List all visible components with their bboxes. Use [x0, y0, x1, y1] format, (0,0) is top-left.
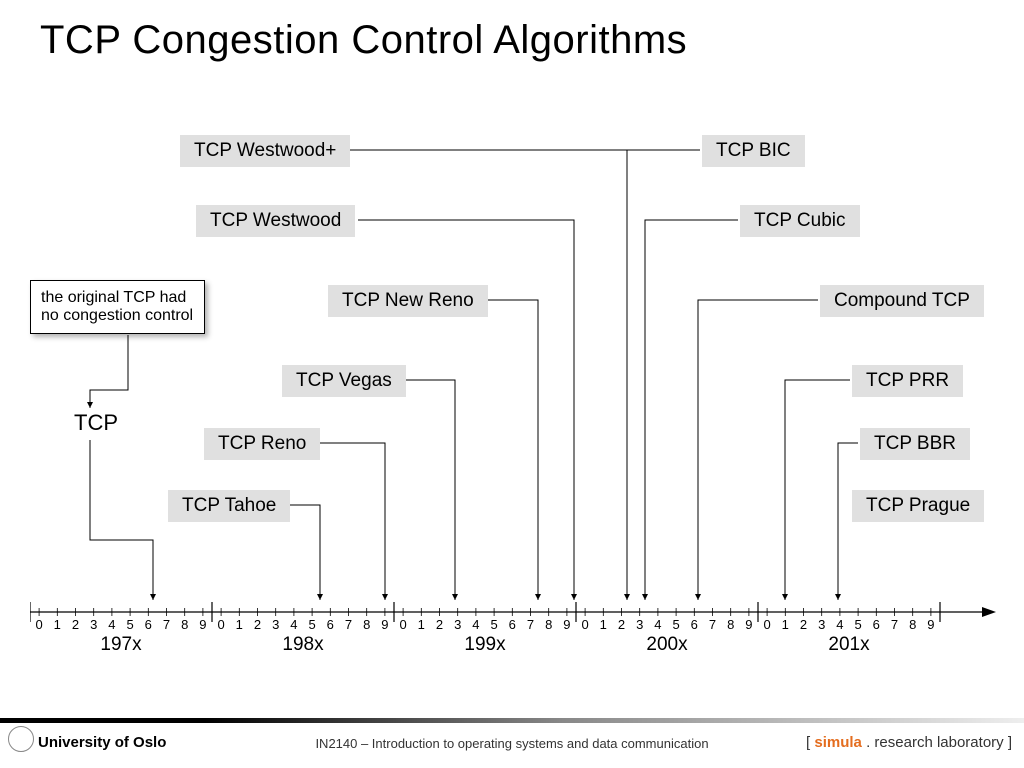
svg-text:0: 0 [35, 617, 42, 632]
svg-text:9: 9 [381, 617, 388, 632]
algo-cubic: TCP Cubic [740, 205, 860, 237]
svg-text:8: 8 [181, 617, 188, 632]
bracket-right: ] [1004, 734, 1012, 751]
algo-compound: Compound TCP [820, 285, 984, 317]
svg-text:5: 5 [490, 617, 497, 632]
svg-text:1: 1 [236, 617, 243, 632]
algo-prague: TCP Prague [852, 490, 984, 522]
svg-text:4: 4 [836, 617, 843, 632]
algo-reno: TCP Reno [204, 428, 320, 460]
origin-note: the original TCP had no congestion contr… [30, 280, 205, 334]
svg-text:201x: 201x [828, 634, 870, 655]
svg-text:0: 0 [763, 617, 770, 632]
slide-title: TCP Congestion Control Algorithms [40, 18, 687, 63]
algo-new-reno: TCP New Reno [328, 285, 488, 317]
svg-text:3: 3 [90, 617, 97, 632]
svg-text:2: 2 [72, 617, 79, 632]
svg-text:7: 7 [891, 617, 898, 632]
algo-westwood-plus: TCP Westwood+ [180, 135, 350, 167]
svg-text:7: 7 [709, 617, 716, 632]
svg-text:200x: 200x [646, 634, 688, 655]
algo-tahoe: TCP Tahoe [168, 490, 290, 522]
footer-divider [0, 718, 1024, 723]
svg-text:5: 5 [854, 617, 861, 632]
svg-text:5: 5 [126, 617, 133, 632]
svg-text:4: 4 [108, 617, 115, 632]
svg-text:6: 6 [145, 617, 152, 632]
svg-text:5: 5 [672, 617, 679, 632]
svg-text:4: 4 [654, 617, 661, 632]
svg-text:8: 8 [363, 617, 370, 632]
svg-text:1: 1 [600, 617, 607, 632]
svg-text:2: 2 [618, 617, 625, 632]
svg-text:6: 6 [509, 617, 516, 632]
algo-bbr: TCP BBR [860, 428, 970, 460]
svg-text:8: 8 [909, 617, 916, 632]
svg-text:8: 8 [727, 617, 734, 632]
svg-text:197x: 197x [100, 634, 142, 655]
svg-text:198x: 198x [282, 634, 324, 655]
svg-text:6: 6 [327, 617, 334, 632]
tcp-origin-label: TCP [74, 410, 118, 436]
svg-text:9: 9 [563, 617, 570, 632]
svg-text:6: 6 [873, 617, 880, 632]
svg-text:0: 0 [581, 617, 588, 632]
svg-text:0: 0 [399, 617, 406, 632]
svg-text:7: 7 [345, 617, 352, 632]
svg-text:8: 8 [545, 617, 552, 632]
svg-text:1: 1 [782, 617, 789, 632]
svg-text:2: 2 [800, 617, 807, 632]
slide-footer: University of Oslo IN2140 – Introduction… [0, 718, 1024, 768]
svg-text:6: 6 [691, 617, 698, 632]
algo-prr: TCP PRR [852, 365, 963, 397]
svg-text:9: 9 [199, 617, 206, 632]
footer-dot: . [862, 734, 875, 751]
svg-text:3: 3 [818, 617, 825, 632]
svg-text:1: 1 [418, 617, 425, 632]
svg-text:3: 3 [454, 617, 461, 632]
svg-text:2: 2 [254, 617, 261, 632]
svg-text:3: 3 [272, 617, 279, 632]
svg-text:4: 4 [472, 617, 479, 632]
algo-vegas: TCP Vegas [282, 365, 406, 397]
svg-text:5: 5 [308, 617, 315, 632]
svg-text:0: 0 [217, 617, 224, 632]
svg-text:7: 7 [527, 617, 534, 632]
footer-lab: [ simula . research laboratory ] [806, 734, 1012, 751]
algo-bic: TCP BIC [702, 135, 805, 167]
timeline-axis: 0123456789197x0123456789198x012345678919… [30, 602, 1000, 667]
svg-text:4: 4 [290, 617, 297, 632]
footer-lab-text: research laboratory [874, 734, 1003, 751]
svg-text:1: 1 [54, 617, 61, 632]
svg-text:7: 7 [163, 617, 170, 632]
svg-text:199x: 199x [464, 634, 506, 655]
svg-text:9: 9 [745, 617, 752, 632]
svg-text:2: 2 [436, 617, 443, 632]
svg-text:9: 9 [927, 617, 934, 632]
algo-westwood: TCP Westwood [196, 205, 355, 237]
simula-brand: simula [814, 734, 862, 751]
svg-text:3: 3 [636, 617, 643, 632]
timeline-diagram: TCP Westwood+ TCP Westwood TCP New Reno … [0, 110, 1024, 670]
